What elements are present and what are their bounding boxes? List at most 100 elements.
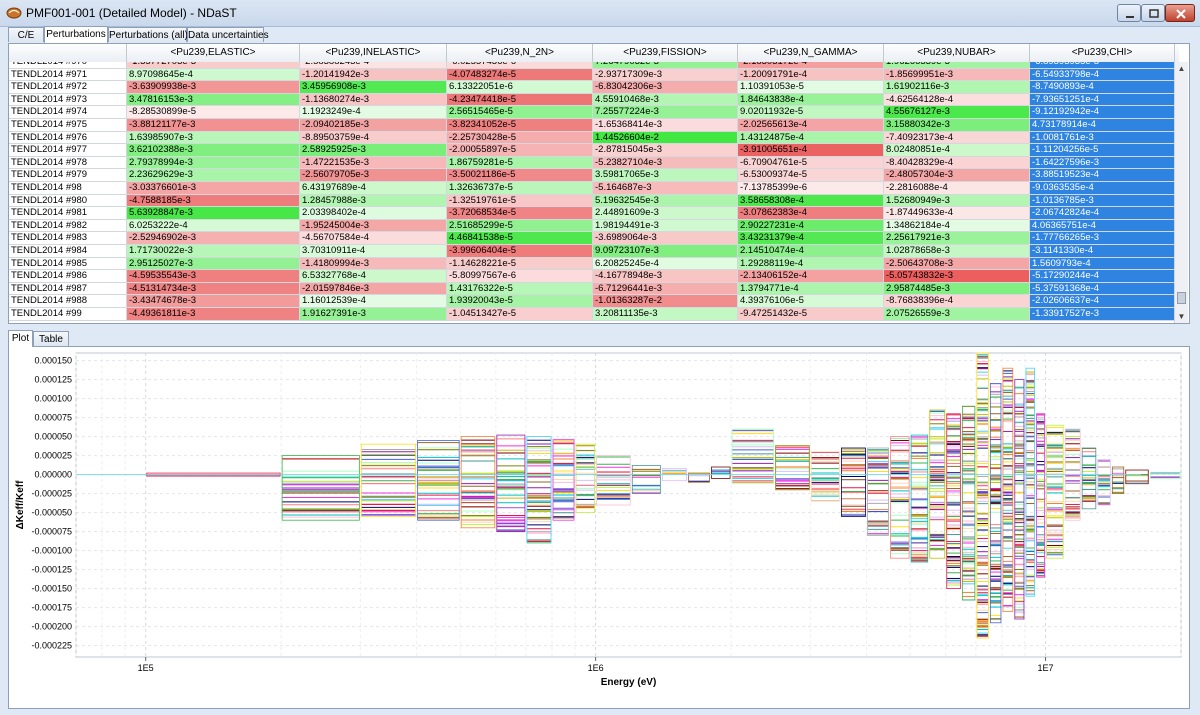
row-label-cell[interactable]: TENDL2014 #978: [9, 156, 127, 170]
value-cell[interactable]: 1.63985907e-3: [127, 131, 300, 145]
value-cell[interactable]: 9.02011932e-5: [738, 106, 884, 119]
value-cell[interactable]: 2.23629629e-3: [127, 169, 300, 182]
table-row[interactable]: TENDL2014 #973 3.47816153e-3 -1.13680274e-…: [9, 93, 1175, 107]
table-row[interactable]: TENDL2014 #988 -3.43474678e-3 1.16012539e-…: [9, 295, 1175, 308]
value-cell[interactable]: 1.52680949e-3: [884, 194, 1030, 208]
value-cell[interactable]: -4.7588185e-3: [127, 194, 300, 208]
value-cell[interactable]: -2.00055897e-5: [447, 144, 593, 157]
value-cell[interactable]: -4.62564128e-4: [884, 93, 1030, 107]
value-cell[interactable]: 2.95125027e-3: [127, 257, 300, 271]
value-cell[interactable]: -4.16778948e-3: [593, 270, 738, 283]
value-cell[interactable]: 8.97098645e-4: [127, 68, 300, 82]
close-button[interactable]: [1165, 4, 1195, 22]
value-cell[interactable]: -1.85699951e-3: [884, 68, 1030, 82]
value-cell[interactable]: -2.13406152e-4: [738, 270, 884, 283]
value-cell[interactable]: -1.13680274e-3: [300, 93, 447, 107]
column-header[interactable]: <Pu239,N_GAMMA>: [738, 44, 884, 62]
value-cell[interactable]: 4.06365751e-4: [1030, 219, 1175, 233]
table-row[interactable]: TENDL2014 #981 5.63928847e-3 2.03398402e-4…: [9, 207, 1175, 220]
value-cell[interactable]: -6.83042306e-3: [593, 81, 738, 94]
table-row[interactable]: TENDL2014 #972 -3.63909938e-3 3.45956908e-…: [9, 81, 1175, 94]
value-cell[interactable]: -2.93717309e-3: [593, 68, 738, 82]
value-cell[interactable]: -4.56707584e-4: [300, 232, 447, 245]
value-cell[interactable]: -9.0363535e-4: [1030, 182, 1175, 195]
value-cell[interactable]: -5.164687e-3: [593, 182, 738, 195]
table-row[interactable]: TENDL2014 #976 1.63985907e-3 -8.89503759e-…: [9, 131, 1175, 145]
value-cell[interactable]: -4.49361811e-3: [127, 308, 300, 321]
value-cell[interactable]: 1.61902116e-3: [884, 81, 1030, 94]
row-label-cell[interactable]: TENDL2014 #986: [9, 270, 127, 283]
row-label-cell[interactable]: TENDL2014 #984: [9, 245, 127, 258]
value-cell[interactable]: -2.58388243e-4: [300, 62, 447, 69]
value-cell[interactable]: -9.12192942e-4: [1030, 106, 1175, 119]
value-cell[interactable]: -7.13785399e-6: [738, 182, 884, 195]
table-row[interactable]: TENDL2014 #979 2.23629629e-3 -2.56079705e-…: [9, 169, 1175, 182]
row-label-cell[interactable]: TENDL2014 #983: [9, 232, 127, 245]
table-row[interactable]: TENDL2014 #975 -3.88121177e-3 -2.09402185e…: [9, 119, 1175, 132]
table-row[interactable]: TENDL2014 #974 -8.28530899e-5 1.1923249e-4…: [9, 106, 1175, 119]
value-cell[interactable]: 1.16012539e-4: [300, 295, 447, 308]
value-cell[interactable]: -3.43474678e-3: [127, 295, 300, 308]
value-cell[interactable]: 1.44526604e-2: [593, 131, 738, 145]
value-cell[interactable]: -4.51314734e-3: [127, 282, 300, 296]
row-label-cell[interactable]: TENDL2014 #98: [9, 182, 127, 195]
value-cell[interactable]: -3.1141330e-4: [1030, 245, 1175, 258]
value-cell[interactable]: -7.40923173e-4: [884, 131, 1030, 145]
row-label-cell[interactable]: TENDL2014 #977: [9, 144, 127, 157]
table-row[interactable]: TENDL2014 #983 -2.52946902e-3 -4.56707584e…: [9, 232, 1175, 245]
value-cell[interactable]: 1.29288119e-4: [738, 257, 884, 271]
value-cell[interactable]: -3.91005651e-4: [738, 144, 884, 157]
value-cell[interactable]: -3.03376601e-3: [127, 182, 300, 195]
value-cell[interactable]: 2.07526559e-3: [884, 308, 1030, 321]
value-cell[interactable]: 1.5609793e-4: [1030, 257, 1175, 271]
value-cell[interactable]: -1.01363287e-2: [593, 295, 738, 308]
column-header-corner[interactable]: [9, 44, 127, 62]
value-cell[interactable]: -2.87815045e-3: [593, 144, 738, 157]
value-cell[interactable]: -5.05743832e-3: [884, 270, 1030, 283]
column-header[interactable]: <Pu239,FISSION>: [593, 44, 738, 62]
value-cell[interactable]: -3.99606404e-5: [447, 245, 593, 258]
row-label-cell[interactable]: TENDL2014 #970: [9, 62, 127, 69]
value-cell[interactable]: 2.51685299e-5: [447, 219, 593, 233]
row-label-cell[interactable]: TENDL2014 #981: [9, 207, 127, 220]
table-row[interactable]: TENDL2014 #977 3.62102388e-3 2.58925925e-3…: [9, 144, 1175, 157]
value-cell[interactable]: 6.53327768e-4: [300, 270, 447, 283]
value-cell[interactable]: -1.47221535e-3: [300, 156, 447, 170]
table-row[interactable]: TENDL2014 #98 -3.03376601e-3 6.43197689e-4…: [9, 182, 1175, 195]
column-header[interactable]: <Pu239,CHI>: [1030, 44, 1175, 62]
value-cell[interactable]: 1.28457988e-3: [300, 194, 447, 208]
row-label-cell[interactable]: TENDL2014 #975: [9, 119, 127, 132]
value-cell[interactable]: 1.3794771e-4: [738, 282, 884, 296]
value-cell[interactable]: 2.95874485e-3: [884, 282, 1030, 296]
value-cell[interactable]: -1.35772703e-3: [127, 62, 300, 69]
value-cell[interactable]: -1.65368414e-3: [593, 119, 738, 132]
value-cell[interactable]: -5.17290244e-4: [1030, 270, 1175, 283]
value-cell[interactable]: 3.58658308e-4: [738, 194, 884, 208]
value-cell[interactable]: 1.02878658e-3: [884, 245, 1030, 258]
tab-data-uncertainties[interactable]: Data uncertainties: [187, 27, 269, 42]
table-row[interactable]: TENDL2014 #986 -4.59535543e-3 6.53327768e-…: [9, 270, 1175, 283]
value-cell[interactable]: -1.87449633e-4: [884, 207, 1030, 220]
value-cell[interactable]: 4.39376106e-5: [738, 295, 884, 308]
value-cell[interactable]: 7.26479032e-3: [593, 62, 738, 69]
value-cell[interactable]: -3.63909938e-3: [127, 81, 300, 94]
value-cell[interactable]: -5.37591368e-4: [1030, 282, 1175, 296]
value-cell[interactable]: -7.93651251e-4: [1030, 93, 1175, 107]
value-cell[interactable]: -8.89503759e-4: [300, 131, 447, 145]
value-cell[interactable]: -1.04513427e-5: [447, 308, 593, 321]
table-row[interactable]: TENDL2014 #985 2.95125027e-3 -1.41809994e-…: [9, 257, 1175, 271]
column-header[interactable]: <Pu239,NUBAR>: [884, 44, 1030, 62]
value-cell[interactable]: -1.95245004e-3: [300, 219, 447, 233]
value-cell[interactable]: 1.43124875e-4: [738, 131, 884, 145]
value-cell[interactable]: -8.7490893e-4: [1030, 81, 1175, 94]
table-row[interactable]: TENDL2014 #978 2.79378994e-3 -1.47221535e-…: [9, 156, 1175, 170]
value-cell[interactable]: 9.09723107e-3: [593, 245, 738, 258]
column-header[interactable]: <Pu239,ELASTIC>: [127, 44, 300, 62]
minimize-button[interactable]: [1117, 4, 1141, 22]
scrollbar-thumb[interactable]: [1177, 292, 1186, 304]
value-cell[interactable]: -4.23474418e-5: [447, 93, 593, 107]
value-cell[interactable]: 2.90227231e-4: [738, 219, 884, 233]
value-cell[interactable]: -6.53009374e-5: [738, 169, 884, 182]
scroll-down-icon[interactable]: ▼: [1177, 312, 1186, 321]
value-cell[interactable]: 1.43176322e-5: [447, 282, 593, 296]
